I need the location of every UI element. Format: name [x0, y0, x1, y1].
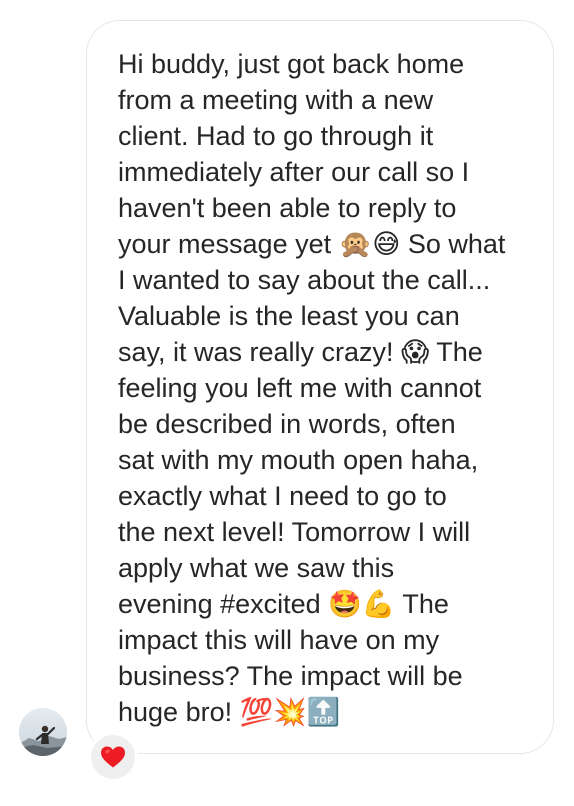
message-line: sat with my mouth open haha,	[118, 445, 479, 475]
message-line: exactly what I need to go to	[118, 481, 447, 511]
message-text: Hi buddy, just got back home from a meet…	[118, 46, 528, 730]
message-line: business? The impact will be	[118, 661, 463, 691]
profile-photo-icon	[19, 708, 67, 756]
message-line: impact this will have on my	[118, 625, 440, 655]
message-line: haven't been able to reply to	[118, 193, 457, 223]
message-line: huge bro! 💯💥🔝	[118, 697, 341, 727]
message-line: feeling you left me with cannot	[118, 373, 482, 403]
message-line: the next level! Tomorrow I will	[118, 517, 471, 547]
message-line: your message yet 🙊😅 So what	[118, 229, 506, 259]
message-line: from a meeting with a new	[118, 85, 434, 115]
sender-avatar[interactable]	[19, 708, 67, 756]
message-line: client. Had to go through it	[118, 121, 434, 151]
message-line: Hi buddy, just got back home	[118, 49, 465, 79]
reaction-badge[interactable]	[88, 732, 138, 782]
message-line: apply what we saw this	[118, 553, 395, 583]
message-line: evening #excited 🤩💪 The	[118, 589, 449, 619]
message-line: say, it was really crazy! 😱 The	[118, 337, 483, 367]
message-line: be described in words, often	[118, 409, 456, 439]
message-line: Valuable is the least you can	[118, 301, 460, 331]
message-line: I wanted to say about the call...	[118, 265, 491, 295]
red-heart-icon	[101, 746, 125, 768]
message-line: immediately after our call so I	[118, 157, 470, 187]
